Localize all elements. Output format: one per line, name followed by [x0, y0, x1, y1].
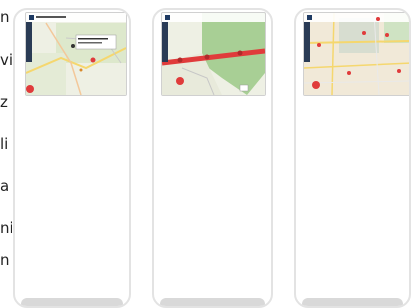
app-logo: [165, 15, 170, 20]
map-image: [26, 13, 126, 95]
text-line: li: [0, 135, 9, 153]
map-screenshot-thumbnail[interactable]: [303, 12, 409, 96]
card-footer-bar: [302, 298, 403, 306]
body-text-fragment: n vi z li a ni n: [0, 0, 12, 302]
map-image: [162, 13, 265, 95]
text-line: z: [0, 93, 8, 111]
screenshot-card[interactable]: [13, 8, 131, 308]
app-logo: [29, 15, 34, 20]
map-screenshot-thumbnail[interactable]: [161, 12, 266, 96]
app-logo: [307, 15, 312, 20]
text-line: ni: [0, 219, 12, 237]
screenshot-card[interactable]: [152, 8, 273, 308]
screenshot-card[interactable]: [294, 8, 411, 308]
toolbar: [162, 22, 168, 62]
text-line: n: [0, 8, 10, 26]
text-line: vi: [0, 51, 12, 69]
map-image: [304, 13, 409, 95]
card-footer-bar: [21, 298, 123, 306]
location-marker-icon[interactable]: [176, 77, 184, 85]
toolbar: [304, 22, 310, 62]
text-line: a: [0, 177, 10, 195]
card-footer-bar: [160, 298, 265, 306]
map-screenshot-thumbnail[interactable]: [25, 12, 127, 96]
text-line: n: [0, 251, 10, 269]
toolbar: [26, 22, 32, 62]
location-marker-icon[interactable]: [312, 81, 320, 89]
location-marker-icon[interactable]: [26, 85, 34, 93]
